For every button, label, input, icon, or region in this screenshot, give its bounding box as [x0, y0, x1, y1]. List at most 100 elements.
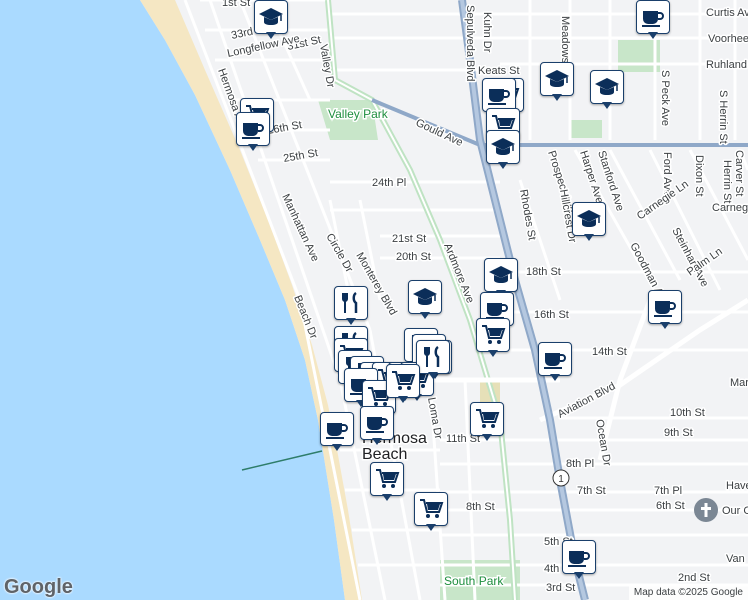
map-canvas[interactable]: 1 1st St 33rd St 31st St Longfellow Ave Curt…: [0, 0, 748, 600]
map-pin-coffee-cup[interactable]: [648, 290, 682, 330]
pin-pointer: [266, 32, 276, 39]
graduation-cap-icon: [590, 70, 624, 104]
street-label-7th-pl: 7th Pl: [654, 485, 682, 497]
map-pin-graduation-cap[interactable]: [590, 70, 624, 110]
map-pin-coffee-cup[interactable]: [636, 0, 670, 40]
coffee-cup-icon: [236, 112, 270, 146]
pin-pointer: [648, 32, 658, 39]
street-label-van: Van: [726, 553, 745, 565]
fork-knife-icon: [334, 286, 368, 320]
coffee-cup-icon: [482, 78, 516, 112]
church-label: Our Chur: [722, 505, 748, 517]
pin-pointer: [420, 312, 430, 319]
map-pin-coffee-cup[interactable]: [562, 540, 596, 580]
shopping-cart-icon: [476, 318, 510, 352]
map-pin-coffee-cup[interactable]: [320, 412, 354, 452]
shopping-cart-icon: [470, 402, 504, 436]
map-base-layer: 1 1st St33rd St31st StLongfellow AveCurt…: [0, 0, 748, 600]
church-marker: [694, 498, 718, 522]
street-label-8th-pl: 8th Pl: [566, 458, 594, 470]
street-label-7th-st: 7th St: [577, 485, 606, 497]
street-label-herrin-st: Herrin St: [721, 160, 733, 203]
map-pin-fork-knife[interactable]: [334, 286, 368, 326]
map-attribution: Map data ©2025 Google: [628, 585, 748, 600]
graduation-cap-icon: [408, 280, 442, 314]
street-label-curtis-ave: Curtis Ave: [706, 7, 748, 19]
pin-pointer: [584, 234, 594, 241]
street-label-21st-st: 21st St: [392, 233, 426, 245]
map-pin-graduation-cap[interactable]: [408, 280, 442, 320]
street-label-ruhland-ave: Ruhland Ave: [706, 59, 748, 71]
street-label-valley-park: Valley Park: [328, 107, 389, 121]
street-label-1st-st: 1st St: [222, 0, 250, 9]
map-pin-shopping-cart[interactable]: [470, 402, 504, 442]
street-label-carver-st: Carver St: [733, 150, 745, 196]
map-pin-coffee-cup[interactable]: [538, 342, 572, 382]
park-mid: [570, 120, 602, 138]
map-pin-shopping-cart[interactable]: [476, 318, 510, 358]
map-pin-graduation-cap[interactable]: [486, 130, 520, 170]
map-pin-fork-knife[interactable]: [416, 340, 450, 380]
pin-pointer: [426, 524, 436, 531]
pin-pointer: [498, 162, 508, 169]
street-label-voorhees-ave: Voorhees Ave: [708, 33, 748, 45]
pin-pointer: [552, 94, 562, 101]
street-label-16th-st: 16th St: [534, 309, 569, 321]
street-label-kuhn-dr: Kuhn Dr: [481, 12, 493, 53]
street-label-marsha: Marsha: [730, 377, 748, 389]
pin-pointer: [248, 144, 258, 151]
street-label-10th-st: 10th St: [670, 407, 705, 419]
pin-pointer: [382, 494, 392, 501]
coffee-cup-icon: [636, 0, 670, 34]
pin-pointer: [488, 350, 498, 357]
map-pin-graduation-cap[interactable]: [540, 62, 574, 102]
pin-pointer: [398, 396, 408, 403]
graduation-cap-icon: [254, 0, 288, 34]
street-label-s-herrin-st: S Herrin St: [717, 90, 729, 144]
fork-knife-icon: [416, 340, 450, 374]
coffee-cup-icon: [648, 290, 682, 324]
street-label-dixon-st: Dixon St: [693, 155, 705, 197]
graduation-cap-icon: [484, 258, 518, 292]
pin-pointer: [574, 572, 584, 579]
coffee-cup-icon: [562, 540, 596, 574]
pin-pointer: [550, 374, 560, 381]
street-label-8th-st: 8th St: [466, 501, 495, 513]
street-label-6th-st: 6th St: [656, 500, 685, 512]
city-label-line2: Beach: [362, 446, 407, 463]
map-pin-coffee-cup[interactable]: [236, 112, 270, 152]
shopping-cart-icon: [386, 364, 420, 398]
svg-text:1: 1: [558, 474, 564, 485]
street-label-20th-st: 20th St: [396, 251, 431, 263]
street-label-24th-pl: 24th Pl: [372, 177, 406, 189]
pin-pointer: [332, 444, 342, 451]
street-label-sepulveda-blvd: Sepulveda Blvd: [464, 5, 476, 81]
street-label-2nd-st: 2nd St: [678, 572, 710, 584]
pin-pointer: [372, 438, 382, 445]
graduation-cap-icon: [540, 62, 574, 96]
google-logo: Google: [4, 576, 73, 598]
highway-shield: 1: [552, 469, 570, 487]
coffee-cup-icon: [360, 406, 394, 440]
coffee-cup-icon: [320, 412, 354, 446]
map-pin-graduation-cap[interactable]: [254, 0, 288, 40]
pin-pointer: [346, 318, 356, 325]
graduation-cap-icon: [572, 202, 606, 236]
shopping-cart-icon: [414, 492, 448, 526]
street-label-18th-st: 18th St: [526, 266, 561, 278]
pin-pointer: [660, 322, 670, 329]
street-label-14th-st: 14th St: [592, 346, 627, 358]
map-pin-shopping-cart[interactable]: [414, 492, 448, 532]
map-pin-graduation-cap[interactable]: [572, 202, 606, 242]
pin-pointer: [482, 434, 492, 441]
street-label-3rd-st: 3rd St: [546, 582, 575, 594]
map-pin-shopping-cart[interactable]: [386, 364, 420, 404]
street-label-have: Have: [726, 480, 748, 492]
map-pin-shopping-cart[interactable]: [370, 462, 404, 502]
map-pin-coffee-cup[interactable]: [360, 406, 394, 446]
street-label-carneg: Carneg: [712, 202, 748, 214]
shopping-cart-icon: [370, 462, 404, 496]
street-label-south-park: South Park: [444, 574, 504, 588]
coffee-cup-icon: [538, 342, 572, 376]
street-label-keats-st: Keats St: [478, 65, 520, 77]
